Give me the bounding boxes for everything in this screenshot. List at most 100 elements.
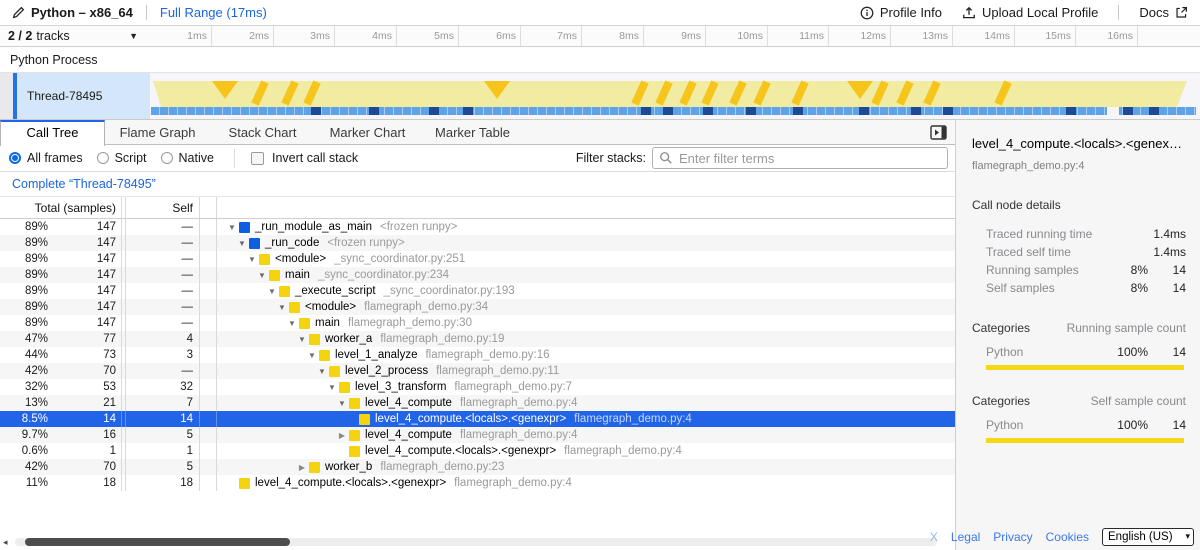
- call-tree-row[interactable]: 44%733▼level_1_analyzeflamegraph_demo.py…: [0, 347, 955, 363]
- expand-open-icon[interactable]: ▼: [305, 351, 319, 360]
- function-file: flamegraph_demo.py:4: [460, 397, 578, 409]
- radio-native[interactable]: Native: [161, 151, 214, 165]
- call-tree-row[interactable]: 13%217▼level_4_computeflamegraph_demo.py…: [0, 395, 955, 411]
- row-total-samples: 147: [48, 237, 121, 249]
- expand-open-icon[interactable]: ▼: [275, 303, 289, 312]
- function-file: flamegraph_demo.py:4: [460, 429, 578, 441]
- detail-value: 1.4ms: [1148, 245, 1186, 259]
- expand-closed-icon[interactable]: ▶: [295, 463, 309, 472]
- category-square-icon: [339, 382, 350, 393]
- filter-input[interactable]: [652, 147, 948, 169]
- profile-info-button[interactable]: Profile Info: [860, 5, 942, 20]
- row-total-cell: 9.7%16: [0, 427, 122, 443]
- function-file: _sync_coordinator.py:234: [318, 269, 449, 281]
- function-file: _sync_coordinator.py:251: [334, 253, 465, 265]
- category-square-icon: [239, 478, 250, 489]
- docs-link[interactable]: Docs: [1139, 5, 1188, 20]
- row-total-percent: 89%: [0, 221, 48, 233]
- scroll-left-icon[interactable]: ◂: [3, 537, 8, 547]
- category-square-icon: [259, 254, 270, 265]
- call-tree-row[interactable]: 8.5%1414level_4_compute.<locals>.<genexp…: [0, 411, 955, 427]
- process-track-header[interactable]: Python Process: [0, 47, 1200, 73]
- call-tree-row[interactable]: 89%147—▼<module>flamegraph_demo.py:34: [0, 299, 955, 315]
- expand-open-icon[interactable]: ▼: [245, 255, 259, 264]
- sample-gap: [1107, 107, 1119, 115]
- category-count-label: Running sample count: [1067, 321, 1186, 335]
- ruler-tick: 9ms: [150, 26, 706, 46]
- function-name: <module>: [305, 301, 356, 313]
- tab-flame-graph[interactable]: Flame Graph: [105, 120, 210, 144]
- call-tree-row[interactable]: 32%5332▼level_3_transformflamegraph_demo…: [0, 379, 955, 395]
- tracks-dropdown[interactable]: 2 / 2 tracks ▼: [0, 26, 150, 46]
- call-tree-row[interactable]: 89%147—▼mainflamegraph_demo.py:30: [0, 315, 955, 331]
- function-file: flamegraph_demo.py:4: [454, 477, 572, 489]
- thread-track-label[interactable]: Thread-78495: [17, 73, 150, 119]
- expand-open-icon[interactable]: ▼: [285, 319, 299, 328]
- expand-open-icon[interactable]: ▼: [225, 223, 239, 232]
- profile-name[interactable]: Python – x86_64: [31, 5, 133, 20]
- call-tree-row[interactable]: 89%147—▼<module>_sync_coordinator.py:251: [0, 251, 955, 267]
- row-spacer: [200, 459, 217, 475]
- language-select[interactable]: English (US): [1102, 528, 1194, 546]
- row-total-samples: 147: [48, 221, 121, 233]
- header-actions: Profile Info Upload Local Profile Docs: [860, 5, 1188, 20]
- expand-open-icon[interactable]: ▼: [255, 271, 269, 280]
- column-spacer: [200, 197, 217, 218]
- tab-call-tree[interactable]: Call Tree: [0, 120, 105, 146]
- pencil-icon[interactable]: [12, 6, 25, 19]
- expand-open-icon[interactable]: ▼: [295, 335, 309, 344]
- footer-link-cookies[interactable]: Cookies: [1046, 530, 1089, 544]
- radio-all-frames[interactable]: All frames: [9, 151, 83, 165]
- category-square-icon: [349, 398, 360, 409]
- call-tree-row[interactable]: 0.6%11level_4_compute.<locals>.<genexpr>…: [0, 443, 955, 459]
- row-spacer: [200, 267, 217, 283]
- expand-closed-icon[interactable]: ▶: [335, 431, 349, 440]
- expand-open-icon[interactable]: ▼: [235, 239, 249, 248]
- function-name: level_4_compute.<locals>.<genexpr>: [375, 413, 566, 425]
- expand-open-icon[interactable]: ▼: [265, 287, 279, 296]
- function-file: <frozen runpy>: [380, 221, 457, 233]
- call-tree-row[interactable]: 89%147—▼main_sync_coordinator.py:234: [0, 267, 955, 283]
- call-tree-row[interactable]: 42%70—▼level_2_processflamegraph_demo.py…: [0, 363, 955, 379]
- sample-marker: [369, 107, 379, 115]
- expand-open-icon[interactable]: ▼: [335, 399, 349, 408]
- row-self-cell: —: [126, 251, 200, 267]
- row-spacer: [200, 315, 217, 331]
- column-total[interactable]: Total (samples): [0, 197, 122, 218]
- call-tree-row[interactable]: 89%147—▼_execute_script_sync_coordinator…: [0, 283, 955, 299]
- row-tree-cell: ▼level_4_computeflamegraph_demo.py:4: [217, 395, 955, 411]
- row-total-percent: 89%: [0, 285, 48, 297]
- footer-link-legal[interactable]: Legal: [951, 530, 980, 544]
- upload-profile-button[interactable]: Upload Local Profile: [962, 5, 1098, 20]
- tab-marker-table[interactable]: Marker Table: [420, 120, 525, 144]
- ruler-tick: 15ms: [150, 26, 1076, 46]
- row-self-cell: 3: [126, 347, 200, 363]
- call-tree-row[interactable]: 47%774▼worker_aflamegraph_demo.py:19: [0, 331, 955, 347]
- expand-open-icon[interactable]: ▼: [315, 367, 329, 376]
- timeline-ruler[interactable]: 1ms2ms3ms4ms5ms6ms7ms8ms9ms10ms11ms12ms1…: [150, 26, 1200, 46]
- radio-script[interactable]: Script: [97, 151, 147, 165]
- call-tree-row[interactable]: 11%1818level_4_compute.<locals>.<genexpr…: [0, 475, 955, 491]
- expand-open-icon[interactable]: ▼: [325, 383, 339, 392]
- function-file: flamegraph_demo.py:7: [454, 381, 572, 393]
- category-row: Python100%14: [972, 417, 1186, 433]
- footer-link-x[interactable]: X: [930, 530, 938, 544]
- footer-link-privacy[interactable]: Privacy: [993, 530, 1032, 544]
- call-tree-row[interactable]: 9.7%165▶level_4_computeflamegraph_demo.p…: [0, 427, 955, 443]
- column-self[interactable]: Self: [126, 197, 200, 218]
- call-tree-row[interactable]: 89%147—▼_run_module_as_main<frozen runpy…: [0, 219, 955, 235]
- call-tree-row[interactable]: 89%147—▼_run_code<frozen runpy>: [0, 235, 955, 251]
- row-spacer: [200, 395, 217, 411]
- full-range-link[interactable]: Full Range (17ms): [160, 5, 267, 20]
- row-self-cell: —: [126, 283, 200, 299]
- row-total-cell: 89%147: [0, 315, 122, 331]
- breadcrumb-root-link[interactable]: Complete “Thread-78495”: [12, 177, 156, 191]
- tab-marker-chart[interactable]: Marker Chart: [315, 120, 420, 144]
- scrollbar-thumb[interactable]: [25, 538, 290, 546]
- thread-track-graph[interactable]: [150, 73, 1200, 119]
- tab-stack-chart[interactable]: Stack Chart: [210, 120, 315, 144]
- sample-marker: [311, 107, 321, 115]
- call-tree-row[interactable]: 42%705▶worker_bflamegraph_demo.py:23: [0, 459, 955, 475]
- sidebar-toggle-icon[interactable]: [930, 125, 947, 140]
- invert-call-stack-checkbox[interactable]: Invert call stack: [251, 151, 358, 165]
